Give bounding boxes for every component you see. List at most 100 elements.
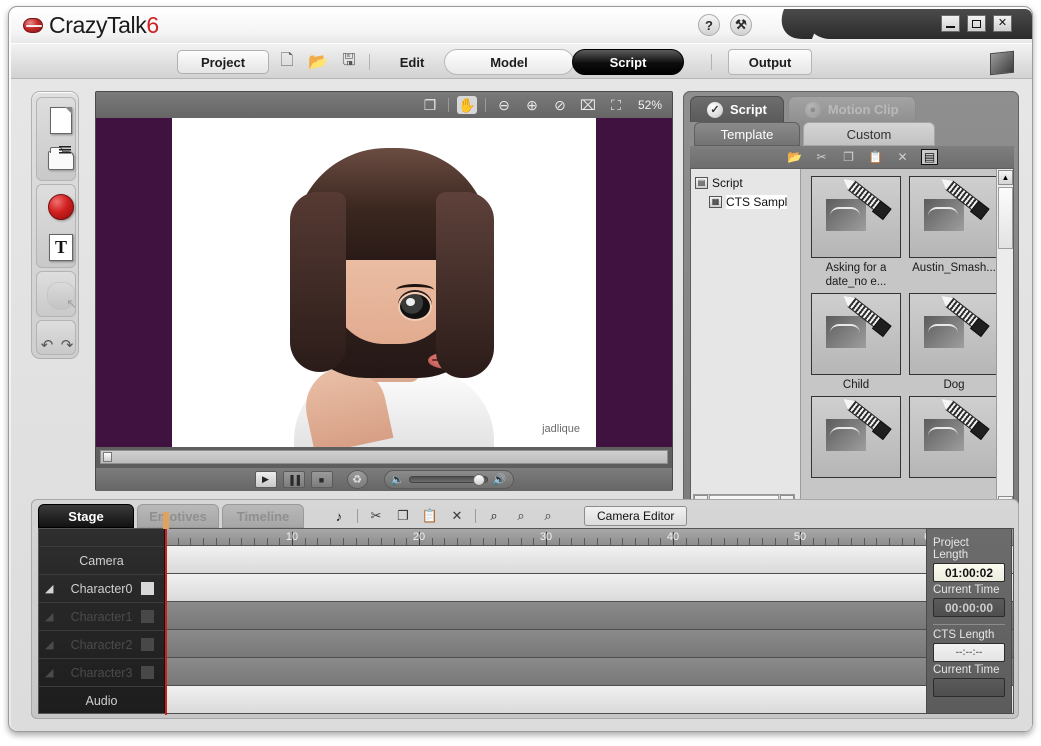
tree-item-script[interactable]: ▤ Script	[695, 173, 800, 192]
paste-icon[interactable]: 📋	[867, 149, 884, 165]
volume-control[interactable]: 🔈 🔊	[383, 470, 514, 489]
audio-note-icon[interactable]: ♪	[330, 507, 348, 525]
script-thumb-icon[interactable]	[909, 396, 999, 478]
face-puppet-button[interactable]	[45, 280, 77, 312]
cut-icon[interactable]: ✂	[813, 149, 830, 165]
record-button[interactable]	[45, 191, 77, 223]
sub-tab-custom[interactable]: Custom	[803, 122, 935, 146]
save-file-icon[interactable]: 🖫	[338, 52, 360, 72]
tab-script-panel[interactable]: ✓ Script	[690, 96, 784, 122]
pause-button[interactable]: ▐▐	[282, 471, 305, 488]
loop-button[interactable]: ♻	[346, 470, 368, 489]
camera-editor-button[interactable]: Camera Editor	[584, 506, 688, 526]
script-thumb-icon[interactable]	[811, 293, 901, 375]
copy-icon[interactable]: ❐	[394, 507, 412, 525]
track-arrow-icon[interactable]: ◢	[45, 638, 58, 651]
project-menu-button[interactable]: Project	[177, 50, 269, 74]
delete-icon[interactable]: ✕	[894, 149, 911, 165]
track-lane-character1[interactable]	[165, 602, 1013, 630]
track-toggle-icon[interactable]	[141, 582, 154, 595]
zoom-in-icon[interactable]: ⊕	[522, 96, 542, 114]
tools-button[interactable]: ⚒	[730, 14, 752, 36]
edit-menu-button[interactable]: Edit	[386, 50, 438, 74]
hand-icon[interactable]: ✋	[456, 96, 477, 114]
scrubber-handle[interactable]	[103, 452, 112, 462]
tab-model[interactable]: Model	[444, 49, 574, 75]
zoom-reset-icon[interactable]: ⊘	[550, 96, 570, 114]
track-arrow-icon[interactable]: ◢	[45, 582, 58, 595]
zoom-out-icon[interactable]: ⌕	[512, 507, 530, 525]
play-button[interactable]: ▶	[254, 471, 277, 488]
tab-script[interactable]: Script	[572, 49, 684, 75]
maximize-button[interactable]	[967, 15, 986, 32]
tab-emotives[interactable]: Emotives	[137, 504, 219, 528]
script-thumb-icon[interactable]	[909, 293, 999, 375]
delete-icon[interactable]: ✕	[448, 507, 466, 525]
track-toggle-icon[interactable]	[141, 666, 154, 679]
fit-screen-icon[interactable]: ⌧	[578, 96, 598, 114]
track-row-camera[interactable]: Camera	[39, 546, 164, 574]
project-length-value[interactable]: 01:00:02	[933, 563, 1005, 582]
tab-timeline[interactable]: Timeline	[222, 504, 304, 528]
fit-icon[interactable]: ❐	[420, 96, 440, 114]
close-button[interactable]: ✕	[993, 15, 1012, 32]
list-item[interactable]: Asking for a date_no e...	[811, 176, 901, 289]
list-item[interactable]: Austin_Smash...	[909, 176, 999, 289]
playhead-handle[interactable]	[163, 512, 169, 529]
track-toggle-icon[interactable]	[141, 638, 154, 651]
track-lane-character2[interactable]	[165, 630, 1013, 658]
copy-icon[interactable]: ❐	[840, 149, 857, 165]
zoom-in-icon[interactable]: ⌕	[485, 507, 503, 525]
minimize-button[interactable]	[941, 15, 960, 32]
track-arrow-icon[interactable]: ◢	[45, 666, 58, 679]
cts-length-value[interactable]: --:--:--	[933, 643, 1005, 662]
scroll-up-icon[interactable]: ▲	[998, 170, 1013, 185]
view-mode-icon[interactable]: ▤	[921, 149, 938, 165]
zoom-out-icon[interactable]: ⊖	[494, 96, 514, 114]
text-button[interactable]: T	[45, 231, 77, 263]
playhead[interactable]	[163, 512, 169, 715]
cut-icon[interactable]: ✂	[367, 507, 385, 525]
track-lane-audio[interactable]	[165, 686, 1013, 714]
volume-slider[interactable]	[409, 474, 488, 486]
paste-icon[interactable]: 📋	[421, 507, 439, 525]
new-project-button[interactable]	[45, 104, 77, 136]
viewport-stage[interactable]: jadlique	[96, 118, 672, 447]
sub-tab-template[interactable]: Template	[694, 122, 800, 146]
cube-icon[interactable]	[990, 50, 1014, 76]
script-thumb-icon[interactable]	[811, 176, 901, 258]
track-arrow-icon[interactable]: ◢	[45, 610, 58, 623]
redo-button[interactable]: ↷	[57, 329, 77, 361]
track-lane-camera[interactable]	[165, 546, 1013, 574]
timeline-scrubber[interactable]	[100, 450, 668, 464]
tab-motion-clip[interactable]: ● Motion Clip	[787, 96, 916, 122]
track-row-character3[interactable]: ◢ Character3	[39, 658, 164, 686]
scroll-thumb[interactable]	[998, 187, 1013, 249]
volume-knob[interactable]	[472, 474, 485, 486]
zoom-fit-icon[interactable]: ⌕	[539, 507, 557, 525]
list-item[interactable]: Dog	[909, 293, 999, 392]
track-lane-character3[interactable]	[165, 658, 1013, 686]
track-row-audio[interactable]: Audio	[39, 686, 164, 714]
open-project-button[interactable]	[45, 144, 77, 176]
list-item[interactable]	[909, 396, 999, 481]
script-vertical-scrollbar[interactable]: ▲ ▼	[996, 169, 1013, 511]
new-file-icon[interactable]: 🗋	[276, 52, 298, 72]
list-item[interactable]	[811, 396, 901, 481]
current-time-value[interactable]: 00:00:00	[933, 598, 1005, 617]
track-lane-character0[interactable]	[165, 574, 1013, 602]
track-row-character2[interactable]: ◢ Character2	[39, 630, 164, 658]
stop-button[interactable]: ■	[310, 471, 333, 488]
track-row-character0[interactable]: ◢ Character0	[39, 574, 164, 602]
tab-output[interactable]: Output	[728, 49, 812, 75]
track-toggle-icon[interactable]	[141, 610, 154, 623]
track-row-character1[interactable]: ◢ Character1	[39, 602, 164, 630]
undo-button[interactable]: ↶	[37, 329, 57, 361]
timeline-track-area[interactable]: 10203040506	[163, 512, 1013, 715]
tree-item-cts-sample[interactable]: ▦ CTS Sampl	[695, 192, 800, 211]
cts-current-time-value[interactable]	[933, 678, 1005, 697]
script-thumb-icon[interactable]	[811, 396, 901, 478]
script-thumb-icon[interactable]	[909, 176, 999, 258]
help-button[interactable]: ?	[698, 14, 720, 36]
open-file-icon[interactable]: 📂	[307, 52, 329, 72]
